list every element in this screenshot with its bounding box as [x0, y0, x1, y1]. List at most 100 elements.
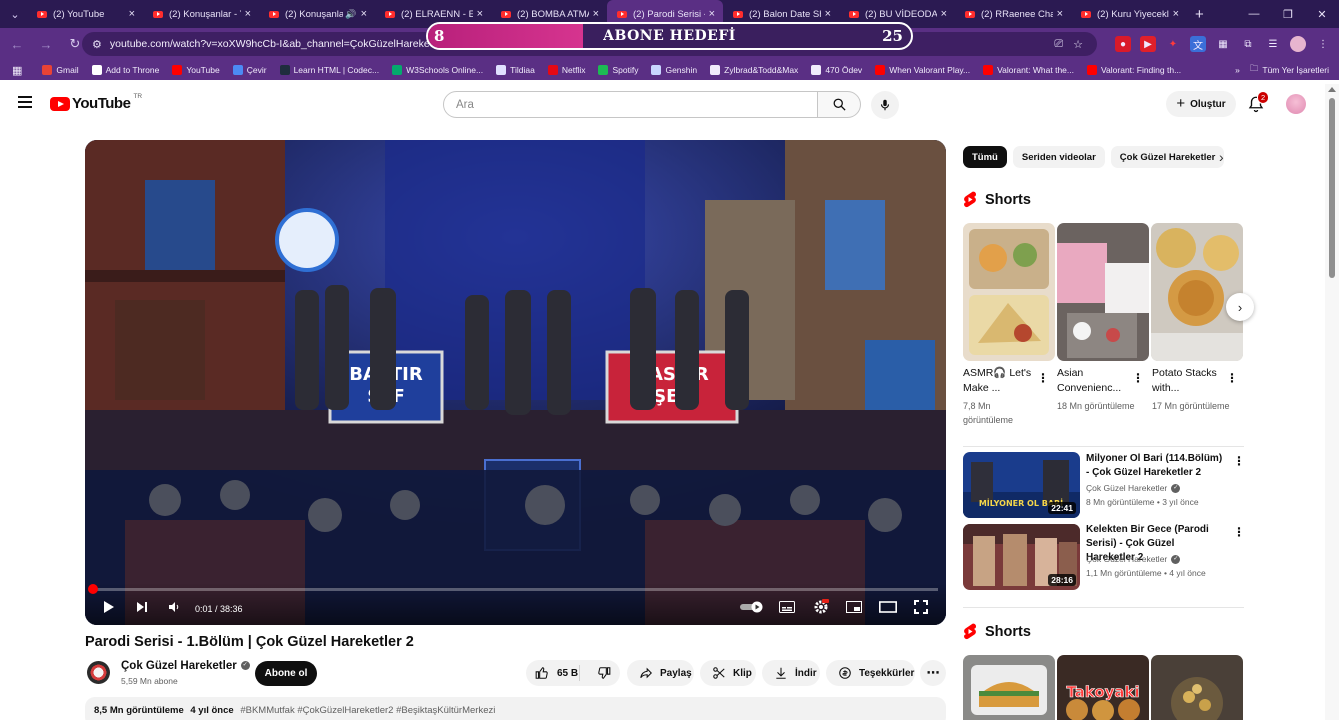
filter-chip[interactable]: Tümü	[963, 146, 1007, 168]
tab-close-icon[interactable]: ×	[1057, 8, 1063, 20]
channel-name-row[interactable]: Çok Güzel Hareketler ✓	[121, 660, 250, 672]
filter-chip[interactable]: Çok Güzel Hareketler	[1110, 146, 1225, 168]
shorts-next-button[interactable]: ›	[1226, 293, 1254, 321]
short-title-2[interactable]: Asian Convenienc...	[1057, 366, 1127, 396]
bookmark-item[interactable]: Valorant: What the...	[983, 65, 1074, 75]
filter-chip[interactable]: Seriden videolar	[1012, 146, 1105, 168]
voice-search-button[interactable]	[871, 91, 899, 119]
browser-menu-icon[interactable]: ⋮	[1315, 36, 1331, 52]
extension-puzzle-red-icon[interactable]: ✦	[1165, 36, 1181, 52]
bookmark-item[interactable]: YouTube	[172, 65, 220, 75]
bookmark-item[interactable]: Valorant: Finding th...	[1087, 65, 1181, 75]
bookmark-star-icon[interactable]: ☆	[1073, 38, 1083, 51]
chips-next-icon[interactable]: ›	[1219, 150, 1233, 164]
scrollbar-thumb[interactable]	[1329, 98, 1335, 278]
like-button[interactable]: 65 B	[526, 665, 580, 681]
new-tab-icon[interactable]: +	[1195, 6, 1204, 23]
thanks-button[interactable]: Teşekkürler	[826, 660, 915, 686]
create-button[interactable]: + Oluştur	[1166, 91, 1236, 117]
settings-button[interactable]	[813, 599, 829, 615]
subscribe-button[interactable]: Abone ol	[255, 661, 317, 686]
bookmark-item[interactable]: Zylbrad&Todd&Max	[710, 65, 798, 75]
short-thumbnail-3[interactable]	[1151, 223, 1243, 361]
dislike-button[interactable]	[587, 666, 620, 680]
hamburger-menu-icon[interactable]	[18, 96, 32, 108]
tab-close-icon[interactable]: ×	[245, 8, 251, 20]
subtitles-button[interactable]	[779, 599, 795, 615]
channel-avatar[interactable]	[87, 661, 110, 684]
browser-tab[interactable]: (2) Kuru Yiyecekle ×	[1071, 0, 1187, 28]
bookmark-item[interactable]: Gmail	[42, 65, 79, 75]
search-button[interactable]	[817, 91, 861, 118]
minimize-icon[interactable]: —	[1237, 0, 1271, 28]
more-actions-button[interactable]: ⋯	[920, 660, 946, 686]
rec-thumbnail-2[interactable]: 28:16	[963, 524, 1080, 590]
youtube-logo[interactable]: YouTube TR	[50, 93, 142, 112]
forward-icon[interactable]: →	[34, 32, 58, 56]
share-button[interactable]: Paylaş	[627, 660, 694, 686]
tab-close-icon[interactable]: ×	[361, 8, 367, 20]
rec-title-1[interactable]: Milyoner Ol Bari (114.Bölüm) - Çok Güzel…	[1086, 452, 1226, 480]
back-icon[interactable]: ←	[5, 32, 29, 56]
short-menu-icon-1[interactable]: ⋮	[1037, 372, 1049, 384]
bookmark-item[interactable]: Netflix	[547, 65, 585, 75]
site-info-icon[interactable]: ⚙	[92, 38, 102, 51]
bookmark-item[interactable]: 470 Ödev	[811, 65, 862, 75]
restore-icon[interactable]: ❐	[1271, 0, 1305, 28]
browser-tab[interactable]: (2) YouTube ×	[27, 0, 143, 28]
all-bookmarks-folder[interactable]: 🗀 Tüm Yer İşaretleri	[1250, 63, 1329, 77]
channel-name[interactable]: Çok Güzel Hareketler	[121, 660, 237, 672]
short2-thumbnail-3[interactable]	[1151, 655, 1243, 720]
theater-mode-button[interactable]	[879, 599, 897, 615]
tab-search-icon[interactable]: ⌄	[3, 2, 27, 26]
tab-close-icon[interactable]: ×	[477, 8, 483, 20]
bookmark-item[interactable]: Learn HTML | Codec...	[279, 65, 379, 75]
profile-avatar-icon[interactable]	[1290, 36, 1306, 52]
url-text[interactable]: youtube.com/watch?v=xoXW9hcCb-I&ab_chann…	[110, 38, 444, 50]
reading-list-icon[interactable]: ☰	[1265, 36, 1281, 52]
extension-grid-icon[interactable]: ▦	[1215, 36, 1231, 52]
bookmark-item[interactable]: Çevir	[232, 65, 267, 75]
hashtags[interactable]: #BKMMutfak #ÇokGüzelHareketler2 #Beşikta…	[240, 705, 495, 716]
short2-thumbnail-1[interactable]	[963, 655, 1055, 720]
rec-menu-icon-2[interactable]: ⋮	[1233, 526, 1245, 538]
next-button[interactable]	[136, 599, 148, 615]
browser-tab[interactable]: (2) Konuşanla 🔊 ×	[259, 0, 375, 28]
bookmark-item[interactable]: W3Schools Online...	[392, 65, 483, 75]
extensions-puzzle-icon[interactable]: ⧉	[1240, 36, 1256, 52]
bookmarks-overflow-icon[interactable]: »	[1235, 65, 1240, 75]
tab-close-icon[interactable]: ×	[593, 8, 599, 20]
extension-translate-icon[interactable]: 文	[1190, 36, 1206, 52]
bookmark-item[interactable]: Genshin	[651, 65, 697, 75]
tab-audio-icon[interactable]: 🔊	[345, 9, 356, 20]
rec-channel-name-1[interactable]: Çok Güzel Hareketler	[1086, 483, 1167, 493]
cast-icon[interactable]: ⎚	[1054, 38, 1063, 51]
clip-button[interactable]: Klip	[700, 660, 756, 686]
bookmark-item[interactable]: Add to Throne	[91, 65, 159, 75]
rec-channel-2[interactable]: Çok Güzel Hareketler ✓	[1086, 554, 1181, 565]
account-avatar[interactable]	[1286, 94, 1306, 114]
tab-close-icon[interactable]: ×	[825, 8, 831, 20]
volume-button[interactable]	[168, 599, 180, 615]
short2-thumbnail-2[interactable]: Takoyaki	[1057, 655, 1149, 720]
rec-menu-icon-1[interactable]: ⋮	[1233, 455, 1245, 467]
bookmark-item[interactable]: Tildiaa	[496, 65, 535, 75]
close-window-icon[interactable]: ✕	[1305, 0, 1339, 28]
browser-tab[interactable]: (2) RRaenee Chair ×	[955, 0, 1071, 28]
autoplay-toggle[interactable]	[740, 599, 764, 615]
rec-channel-name-2[interactable]: Çok Güzel Hareketler	[1086, 554, 1167, 564]
short-menu-icon-2[interactable]: ⋮	[1132, 372, 1144, 384]
short-menu-icon-3[interactable]: ⋮	[1226, 372, 1238, 384]
short-title-3[interactable]: Potato Stacks with...	[1152, 366, 1222, 396]
video-player[interactable]: BASTIR ŞEF BASTIR ŞEF	[85, 140, 946, 625]
extension-red-icon[interactable]: ●	[1115, 36, 1131, 52]
seek-handle[interactable]	[88, 584, 99, 594]
seek-bar[interactable]	[88, 584, 938, 594]
apps-grid-icon[interactable]: ▦	[12, 64, 22, 77]
browser-tab[interactable]: (2) Konuşanlar - Y ×	[143, 0, 259, 28]
scroll-up-icon[interactable]	[1328, 87, 1336, 92]
play-button[interactable]	[103, 599, 115, 615]
page-scrollbar[interactable]	[1325, 84, 1339, 720]
tab-close-icon[interactable]: ×	[1173, 8, 1179, 20]
rec-thumbnail-1[interactable]: MİLYONER OL BARİ 22:41	[963, 452, 1080, 518]
